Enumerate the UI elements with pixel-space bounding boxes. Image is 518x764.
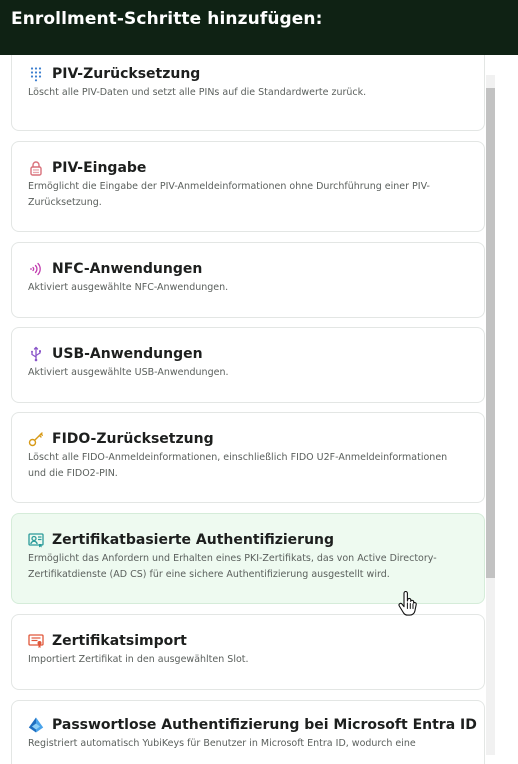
dialog-header: Enrollment-Schritte hinzufügen: xyxy=(0,0,518,55)
step-card-usb-applications[interactable]: USB-Anwendungen Aktiviert ausgewählte US… xyxy=(11,327,485,403)
keypad-icon xyxy=(28,66,44,82)
step-description: Löscht alle FIDO-Anmeldeinformationen, e… xyxy=(28,452,448,479)
microsoft-entra-icon xyxy=(28,717,44,733)
hand-pointer-cursor-icon xyxy=(398,590,418,617)
dialog-title: Enrollment-Schritte hinzufügen: xyxy=(11,9,323,29)
step-card-piv-reset[interactable]: PIV-Zurücksetzung Löscht alle PIV-Daten … xyxy=(11,55,485,131)
steps-list: PIV-Zurücksetzung Löscht alle PIV-Daten … xyxy=(0,55,518,764)
usb-icon xyxy=(28,346,44,362)
step-title: Zertifikatbasierte Authentifizierung xyxy=(52,532,335,548)
step-title: USB-Anwendungen xyxy=(52,346,203,362)
step-title: NFC-Anwendungen xyxy=(52,261,203,277)
step-description: Löscht alle PIV-Daten und setzt alle PIN… xyxy=(28,87,367,98)
step-title: Passwortlose Authentifizierung bei Micro… xyxy=(52,717,477,733)
step-description: Aktiviert ausgewählte USB-Anwendungen. xyxy=(28,367,229,378)
step-card-piv-entry[interactable]: PIV-Eingabe Ermöglicht die Eingabe der P… xyxy=(11,141,485,232)
key-icon xyxy=(28,431,44,447)
step-title: PIV-Zurücksetzung xyxy=(52,66,201,82)
step-card-nfc-applications[interactable]: NFC-Anwendungen Aktiviert ausgewählte NF… xyxy=(11,242,485,318)
step-description: Registriert automatisch YubiKeys für Ben… xyxy=(28,738,416,749)
step-title: FIDO-Zurücksetzung xyxy=(52,431,214,447)
step-description: Aktiviert ausgewählte NFC-Anwendungen. xyxy=(28,282,229,293)
certificate-import-icon xyxy=(28,633,44,649)
step-card-certificate-import[interactable]: Zertifikatsimport Importiert Zertifikat … xyxy=(11,614,485,690)
step-card-passwordless-entra[interactable]: Passwortlose Authentifizierung bei Micro… xyxy=(11,700,485,764)
certificate-icon xyxy=(28,532,44,548)
lock-icon xyxy=(28,160,44,176)
step-title: Zertifikatsimport xyxy=(52,633,187,649)
scrollbar-thumb[interactable] xyxy=(486,88,495,578)
step-card-fido-reset[interactable]: FIDO-Zurücksetzung Löscht alle FIDO-Anme… xyxy=(11,412,485,503)
step-description: Ermöglicht das Anfordern und Erhalten ei… xyxy=(28,553,437,580)
step-title: PIV-Eingabe xyxy=(52,160,147,176)
step-description: Importiert Zertifikat in den ausgewählte… xyxy=(28,654,249,665)
nfc-icon xyxy=(28,261,44,277)
step-description: Ermöglicht die Eingabe der PIV-Anmeldein… xyxy=(28,181,430,208)
